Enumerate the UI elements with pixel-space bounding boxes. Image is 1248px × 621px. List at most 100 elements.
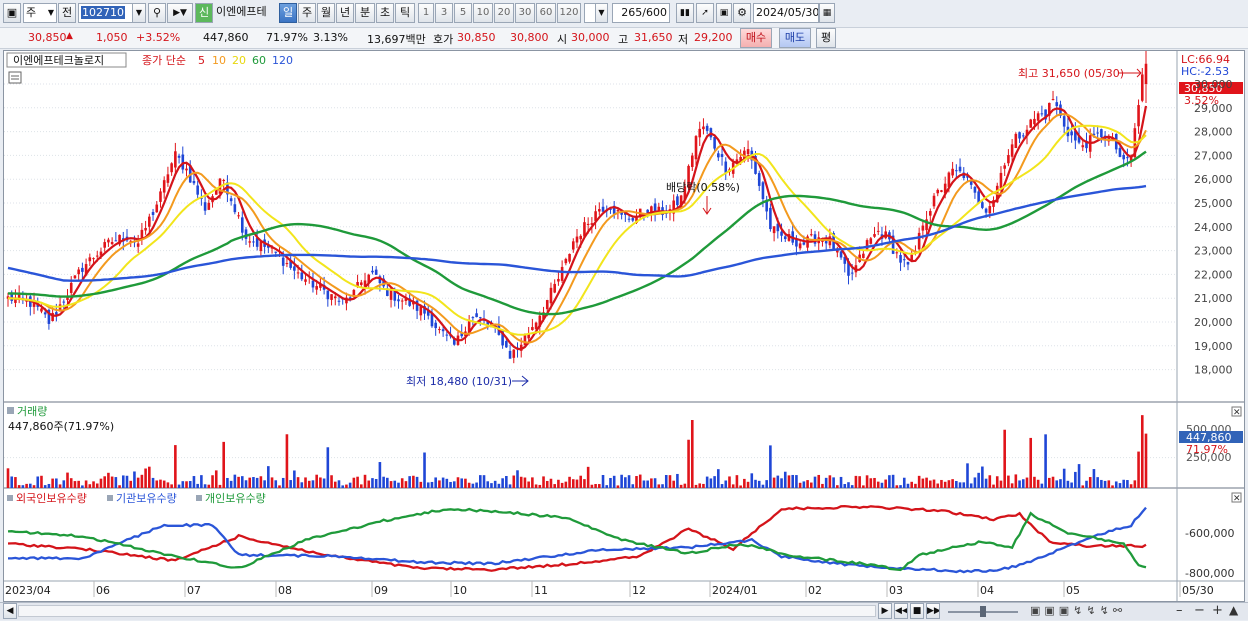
volume-bar bbox=[348, 482, 352, 488]
date-input[interactable]: 2024/05/30 bbox=[753, 3, 819, 23]
forward-icon[interactable]: ▶▶ bbox=[926, 603, 940, 619]
calendar-icon[interactable]: ▦ bbox=[819, 3, 835, 23]
volume-bar bbox=[360, 484, 363, 488]
volume-bar bbox=[571, 479, 575, 488]
volume-bar bbox=[263, 480, 266, 488]
ma5-label: 5 bbox=[198, 54, 205, 67]
period-tick[interactable]: 틱 bbox=[395, 3, 415, 23]
volume-bar bbox=[880, 482, 884, 488]
zoom-minus-icon[interactable]: − bbox=[1194, 603, 1205, 618]
candle bbox=[185, 168, 188, 171]
count-total: /600 bbox=[642, 6, 667, 19]
code-dropdown-button[interactable]: ▼ bbox=[132, 3, 146, 23]
interval-60[interactable]: 60 bbox=[536, 3, 556, 23]
open-price: 30,000 bbox=[571, 31, 610, 44]
interval-20[interactable]: 20 bbox=[494, 3, 514, 23]
rewind-icon[interactable]: ◀◀ bbox=[894, 603, 908, 619]
all-button[interactable]: 전 bbox=[58, 3, 76, 23]
candle bbox=[222, 180, 225, 182]
interval-3[interactable]: 3 bbox=[435, 3, 453, 23]
volume-bar bbox=[973, 477, 977, 488]
candle bbox=[162, 180, 166, 193]
volume-bar bbox=[545, 480, 549, 488]
candle bbox=[77, 269, 80, 275]
zoom-out-icon[interactable]: – bbox=[1176, 603, 1183, 618]
volume-bar bbox=[757, 480, 761, 488]
gear-icon[interactable]: ⚙ bbox=[733, 3, 751, 23]
scroll-right-icon[interactable]: ▶ bbox=[878, 603, 892, 619]
stop-icon[interactable]: ■ bbox=[910, 603, 924, 619]
volume-bar bbox=[1126, 480, 1129, 488]
volume-bar bbox=[400, 478, 404, 488]
view-tools-icons[interactable]: ▣▣▣↯↯↯⚯ bbox=[1030, 604, 1126, 617]
candle bbox=[88, 257, 92, 262]
save-icon[interactable]: ▣ bbox=[716, 3, 732, 23]
volume-bar bbox=[259, 476, 263, 488]
period-month[interactable]: 월 bbox=[317, 3, 335, 23]
speaker-icon[interactable]: ▶▼ bbox=[167, 3, 193, 23]
holder-tick-600k: -600,000 bbox=[1185, 527, 1234, 540]
count-value: 265 bbox=[621, 6, 643, 19]
interval-120[interactable]: 120 bbox=[557, 3, 581, 23]
volume-bar bbox=[229, 480, 233, 488]
candle bbox=[95, 255, 99, 257]
volume-bar bbox=[107, 472, 110, 488]
scroll-up-icon[interactable]: ▲ bbox=[1229, 603, 1238, 617]
close-icon-glyph: ✕ bbox=[1233, 408, 1241, 418]
holder-line bbox=[7, 504, 1147, 572]
volume-bar bbox=[92, 481, 95, 488]
volume-bar bbox=[936, 483, 940, 488]
volume-bar bbox=[114, 477, 118, 488]
candle bbox=[598, 209, 601, 212]
window-icon[interactable]: ▣ bbox=[3, 3, 21, 23]
volume-bar bbox=[192, 476, 196, 488]
volume-bar bbox=[125, 475, 129, 488]
sell-button[interactable]: 매도 bbox=[779, 28, 811, 48]
interval-30[interactable]: 30 bbox=[515, 3, 535, 23]
volume-bar bbox=[29, 483, 32, 488]
period-year[interactable]: 년 bbox=[336, 3, 354, 23]
zoom-slider-handle[interactable] bbox=[980, 606, 986, 617]
volume-bar bbox=[583, 479, 586, 488]
candle-type-icon[interactable]: ▮▮ bbox=[676, 3, 694, 23]
volume-bar bbox=[363, 474, 367, 488]
chevron-down-icon[interactable]: ▼ bbox=[595, 3, 608, 23]
volume-bar bbox=[337, 480, 341, 488]
volume-bar bbox=[36, 476, 40, 488]
volume-bar bbox=[452, 481, 456, 488]
buy-button[interactable]: 매수 bbox=[740, 28, 772, 48]
count-input[interactable]: 265/600 bbox=[612, 3, 670, 23]
interval-10[interactable]: 10 bbox=[473, 3, 493, 23]
volume-bar bbox=[482, 475, 486, 488]
volume-bar bbox=[888, 475, 891, 488]
calculator-icon[interactable] bbox=[8, 71, 22, 84]
draw-tool-icon[interactable]: ➚ bbox=[696, 3, 714, 23]
volume-bar bbox=[43, 485, 47, 488]
volume-bar bbox=[895, 485, 899, 488]
period-day[interactable]: 일 bbox=[279, 3, 297, 23]
y-tick-label: 21,000 bbox=[1194, 292, 1233, 305]
volume-bar bbox=[40, 475, 43, 488]
volume-bar bbox=[1140, 415, 1144, 488]
period-minute[interactable]: 분 bbox=[355, 3, 375, 23]
interval-5[interactable]: 5 bbox=[454, 3, 472, 23]
volume-bar bbox=[538, 484, 542, 488]
volume-bar bbox=[672, 480, 675, 488]
zoom-in-icon[interactable]: + bbox=[1212, 603, 1223, 618]
scroll-track[interactable] bbox=[18, 605, 876, 617]
volume-bar bbox=[687, 439, 690, 488]
market-type-select[interactable]: 주 ▼ bbox=[23, 3, 57, 23]
search-icon[interactable]: ⚲ bbox=[148, 3, 166, 23]
candle bbox=[981, 202, 984, 208]
chart-canvas[interactable]: 이엔에프테크놀로지 종가 단순 5 10 20 60 120 LC:66.94 … bbox=[2, 44, 1244, 601]
volume-bar bbox=[73, 481, 77, 488]
interval-1[interactable]: 1 bbox=[418, 3, 434, 23]
volume-bar bbox=[932, 479, 936, 488]
scroll-left-icon[interactable]: ◀ bbox=[3, 603, 17, 619]
period-week[interactable]: 주 bbox=[298, 3, 316, 23]
period-second[interactable]: 초 bbox=[376, 3, 394, 23]
candle bbox=[988, 206, 992, 214]
volume-bar bbox=[445, 478, 449, 488]
chart-scrollbar[interactable]: ◀ ▶ ◀◀ ■ ▶▶ ▣▣▣↯↯↯⚯ – − + ▲ bbox=[0, 602, 1248, 620]
eval-button[interactable]: 평 bbox=[816, 28, 836, 48]
